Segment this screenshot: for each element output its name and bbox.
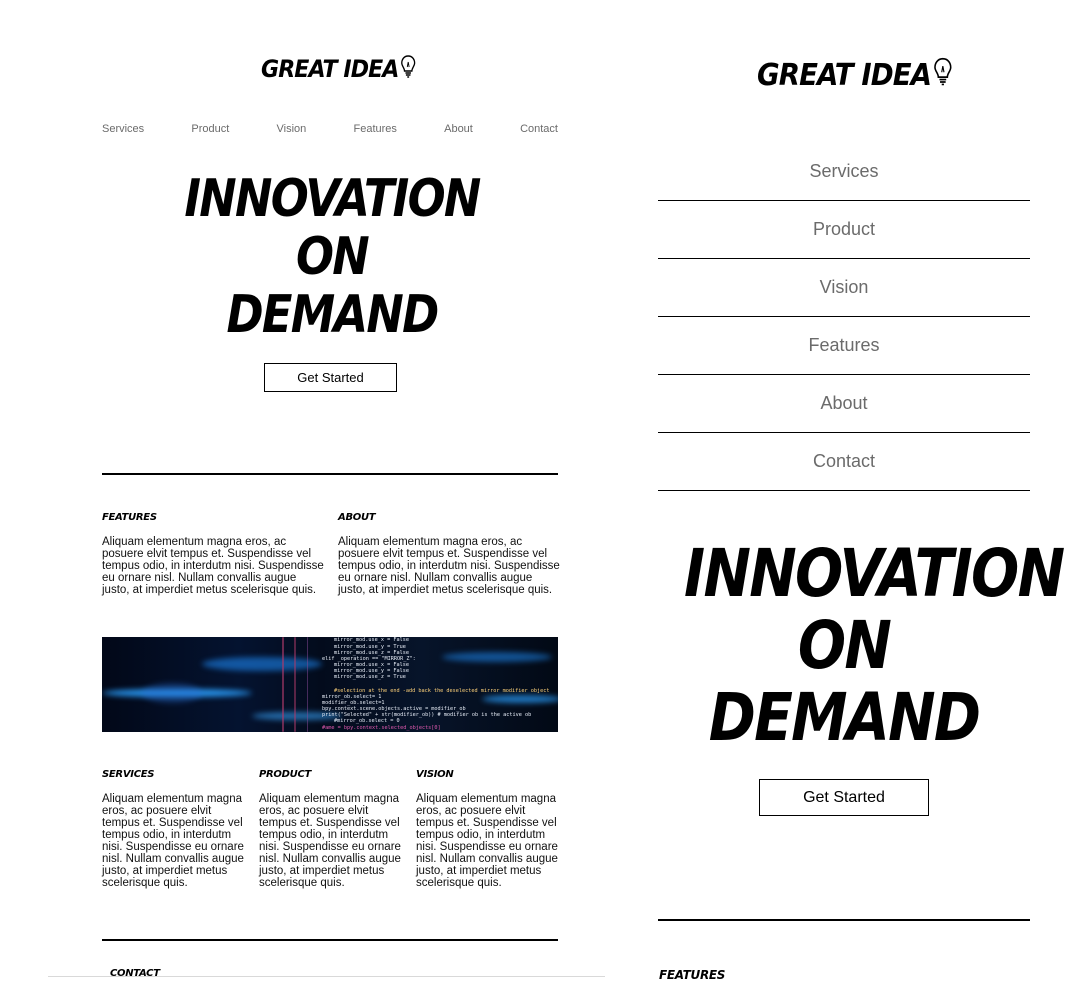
hero-line-3: DEMAND <box>226 285 439 345</box>
hero-line-2: ON <box>295 227 370 287</box>
site-logo[interactable]: GREAT IDEA <box>261 54 417 84</box>
features-text: Aliquam elementum magna eros, ac posuere… <box>102 536 324 596</box>
section-divider <box>658 919 1030 921</box>
nav-item-product[interactable]: Product <box>658 201 1030 259</box>
features-heading: FEATURES <box>102 512 157 523</box>
get-started-button[interactable]: Get Started <box>264 363 397 392</box>
nav-item-about[interactable]: About <box>444 123 473 135</box>
about-text: Aliquam elementum magna eros, ac posuere… <box>338 536 560 596</box>
product-heading: PRODUCT <box>259 769 312 780</box>
code-line: mirror_mod.use_x = False <box>334 637 409 643</box>
nav-item-product[interactable]: Product <box>191 123 229 135</box>
vision-text: Aliquam elementum magna eros, ac posuere… <box>416 793 558 889</box>
nav-item-vision[interactable]: Vision <box>658 259 1030 317</box>
hero-line-1: INNOVATION <box>684 535 1065 612</box>
nav-item-features[interactable]: Features <box>353 123 396 135</box>
nav-item-about[interactable]: About <box>658 375 1030 433</box>
nav-item-contact[interactable]: Contact <box>658 433 1030 491</box>
hero-line-3: DEMAND <box>708 679 981 756</box>
services-heading: SERVICES <box>102 769 155 780</box>
lightbulb-icon <box>933 56 953 94</box>
nav-item-features[interactable]: Features <box>658 317 1030 375</box>
about-heading: ABOUT <box>338 512 376 523</box>
nav-item-services[interactable]: Services <box>658 143 1030 201</box>
site-logo[interactable]: GREAT IDEA <box>757 56 953 94</box>
logo-text: GREAT IDEA <box>261 55 399 83</box>
hero-line-2: ON <box>797 607 892 684</box>
hero-line-1: INNOVATION <box>184 169 481 229</box>
mobile-layout: GREAT IDEA Services Product Vision Featu… <box>658 0 1065 985</box>
vision-heading: VISION <box>416 769 454 780</box>
hero-title: INNOVATION ON DEMAND <box>174 170 490 344</box>
code-line: mirror_mod.use_z = True <box>334 674 406 680</box>
lightbulb-icon <box>400 54 417 84</box>
hero-title: INNOVATION ON DEMAND <box>684 535 1065 756</box>
nav-item-vision[interactable]: Vision <box>277 123 307 135</box>
get-started-button[interactable]: Get Started <box>759 779 929 816</box>
desktop-layout: GREAT IDEA Services Product Vision Featu… <box>48 0 605 985</box>
product-text: Aliquam elementum magna eros, ac posuere… <box>259 793 401 889</box>
services-text: Aliquam elementum magna eros, ac posuere… <box>102 793 244 889</box>
features-heading: FEATURES <box>659 968 726 982</box>
code-line: #mirror_ob.select = 0 <box>334 718 400 724</box>
code-banner-image: mirror_mod.use_x = False mirror_mod.use_… <box>102 637 558 732</box>
section-divider <box>102 939 558 941</box>
scroll-edge <box>48 976 605 977</box>
nav-item-contact[interactable]: Contact <box>520 123 558 135</box>
section-divider <box>102 473 558 475</box>
contact-heading: CONTACT <box>110 968 160 979</box>
code-line: #ame = bpy.context.selected_objects[0] <box>322 725 441 731</box>
nav-item-services[interactable]: Services <box>102 123 144 135</box>
mobile-navigation: Services Product Vision Features About C… <box>658 143 1030 491</box>
top-navigation: Services Product Vision Features About C… <box>102 123 558 135</box>
logo-text: GREAT IDEA <box>757 57 932 93</box>
